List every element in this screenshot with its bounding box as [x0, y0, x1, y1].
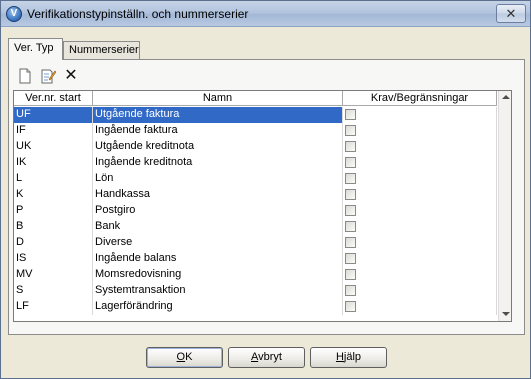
row-code[interactable]: UF	[14, 107, 93, 123]
krav-checkbox[interactable]	[345, 269, 356, 280]
row-name[interactable]: Handkassa	[93, 187, 343, 203]
row-name[interactable]: Ingående faktura	[93, 123, 343, 139]
window-title: Verifikationstypinställn. och nummerseri…	[27, 7, 249, 21]
table-row[interactable]: IS Ingående balans	[14, 251, 497, 267]
row-name[interactable]: Diverse	[93, 235, 343, 251]
column-header-namn[interactable]: Namn	[93, 91, 343, 106]
row-krav	[343, 203, 497, 219]
row-krav	[343, 155, 497, 171]
row-krav	[343, 123, 497, 139]
row-krav	[343, 251, 497, 267]
row-code[interactable]: IF	[14, 123, 93, 139]
krav-checkbox[interactable]	[345, 285, 356, 296]
row-krav	[343, 187, 497, 203]
cancel-button[interactable]: Avbryt	[228, 347, 305, 368]
row-name[interactable]: Momsredovisning	[93, 267, 343, 283]
table-row[interactable]: IF Ingående faktura	[14, 123, 497, 139]
table-row[interactable]: B Bank	[14, 219, 497, 235]
row-code[interactable]: P	[14, 203, 93, 219]
row-code[interactable]: MV	[14, 267, 93, 283]
scroll-up-arrow-icon[interactable]	[502, 95, 510, 99]
delete-icon[interactable]: ✕	[63, 68, 79, 84]
table-row[interactable]: L Lön	[14, 171, 497, 187]
edit-document-icon[interactable]	[40, 68, 56, 84]
close-button[interactable]: ✕	[496, 4, 526, 23]
ok-button[interactable]: OK	[146, 347, 223, 368]
row-name[interactable]: Ingående balans	[93, 251, 343, 267]
column-header-krav[interactable]: Krav/Begränsningar	[343, 91, 497, 106]
krav-checkbox[interactable]	[345, 141, 356, 152]
dialog-window: V Verifikationstypinställn. och nummerse…	[0, 0, 531, 379]
krav-checkbox[interactable]	[345, 301, 356, 312]
title-bar[interactable]: V Verifikationstypinställn. och nummerse…	[1, 1, 530, 27]
row-code[interactable]: D	[14, 235, 93, 251]
row-name[interactable]: Lagerförändring	[93, 299, 343, 315]
row-krav	[343, 219, 497, 235]
table-row[interactable]: S Systemtransaktion	[14, 283, 497, 299]
krav-checkbox[interactable]	[345, 221, 356, 232]
table-row[interactable]: UK Utgående kreditnota	[14, 139, 497, 155]
row-code[interactable]: UK	[14, 139, 93, 155]
row-name[interactable]: Systemtransaktion	[93, 283, 343, 299]
new-document-icon[interactable]	[17, 68, 33, 84]
krav-checkbox[interactable]	[345, 237, 356, 248]
app-icon: V	[6, 6, 22, 22]
table-row[interactable]: D Diverse	[14, 235, 497, 251]
row-code[interactable]: L	[14, 171, 93, 187]
row-code[interactable]: LF	[14, 299, 93, 315]
krav-checkbox[interactable]	[345, 189, 356, 200]
row-code[interactable]: S	[14, 283, 93, 299]
krav-checkbox[interactable]	[345, 173, 356, 184]
row-krav	[343, 299, 497, 315]
row-krav	[343, 171, 497, 187]
row-name[interactable]: Utgående kreditnota	[93, 139, 343, 155]
row-name[interactable]: Lön	[93, 171, 343, 187]
scroll-down-arrow-icon[interactable]	[502, 312, 510, 316]
help-button[interactable]: Hjälp	[310, 347, 387, 368]
vertical-scrollbar[interactable]	[498, 91, 511, 321]
krav-checkbox[interactable]	[345, 109, 356, 120]
row-krav	[343, 235, 497, 251]
row-name[interactable]: Ingående kreditnota	[93, 155, 343, 171]
table-row[interactable]: MV Momsredovisning	[14, 267, 497, 283]
krav-checkbox[interactable]	[345, 157, 356, 168]
row-code[interactable]: IS	[14, 251, 93, 267]
row-name[interactable]: Bank	[93, 219, 343, 235]
row-krav	[343, 139, 497, 155]
table-row[interactable]: LF Lagerförändring	[14, 299, 497, 315]
row-code[interactable]: IK	[14, 155, 93, 171]
table-row[interactable]: P Postgiro	[14, 203, 497, 219]
table-row[interactable]: UF Utgående faktura	[14, 107, 497, 123]
table-row[interactable]: IK Ingående kreditnota	[14, 155, 497, 171]
row-name[interactable]: Postgiro	[93, 203, 343, 219]
row-code[interactable]: K	[14, 187, 93, 203]
column-header-vernr[interactable]: Ver.nr. start	[14, 91, 93, 106]
krav-checkbox[interactable]	[345, 125, 356, 136]
table-row[interactable]: K Handkassa	[14, 187, 497, 203]
row-krav	[343, 267, 497, 283]
grid-header: Ver.nr. start Namn Krav/Begränsningar	[14, 91, 497, 106]
krav-checkbox[interactable]	[345, 253, 356, 264]
row-krav	[343, 283, 497, 299]
row-code[interactable]: B	[14, 219, 93, 235]
vertype-grid[interactable]: Ver.nr. start Namn Krav/Begränsningar UF…	[13, 90, 512, 322]
row-name[interactable]: Utgående faktura	[93, 107, 343, 123]
tab-ver-typ[interactable]: Ver. Typ	[8, 38, 63, 60]
row-krav	[343, 107, 497, 123]
krav-checkbox[interactable]	[345, 205, 356, 216]
tab-nummerserier[interactable]: Nummerserier	[63, 41, 140, 60]
